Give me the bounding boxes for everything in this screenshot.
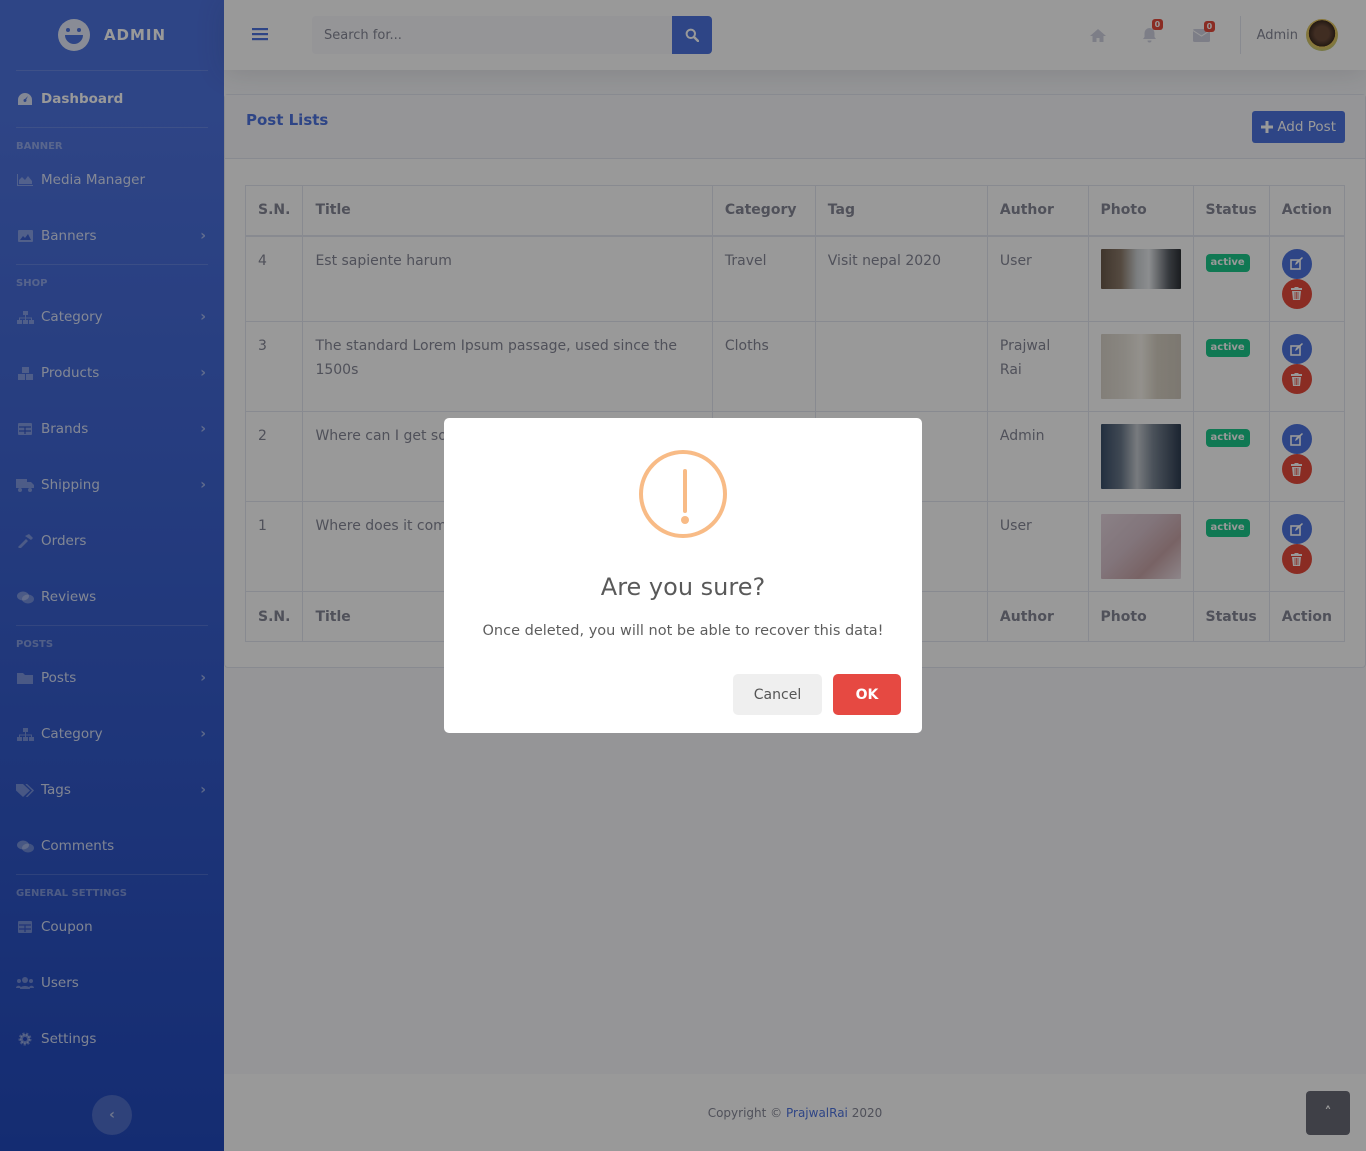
- confirm-delete-dialog: Are you sure? Once deleted, you will not…: [444, 418, 922, 733]
- dialog-text: Once deleted, you will not be able to re…: [482, 623, 884, 639]
- cancel-button[interactable]: Cancel: [733, 674, 822, 715]
- ok-button[interactable]: OK: [833, 674, 901, 715]
- dialog-title: Are you sure?: [600, 573, 766, 601]
- warning-icon: [639, 450, 727, 538]
